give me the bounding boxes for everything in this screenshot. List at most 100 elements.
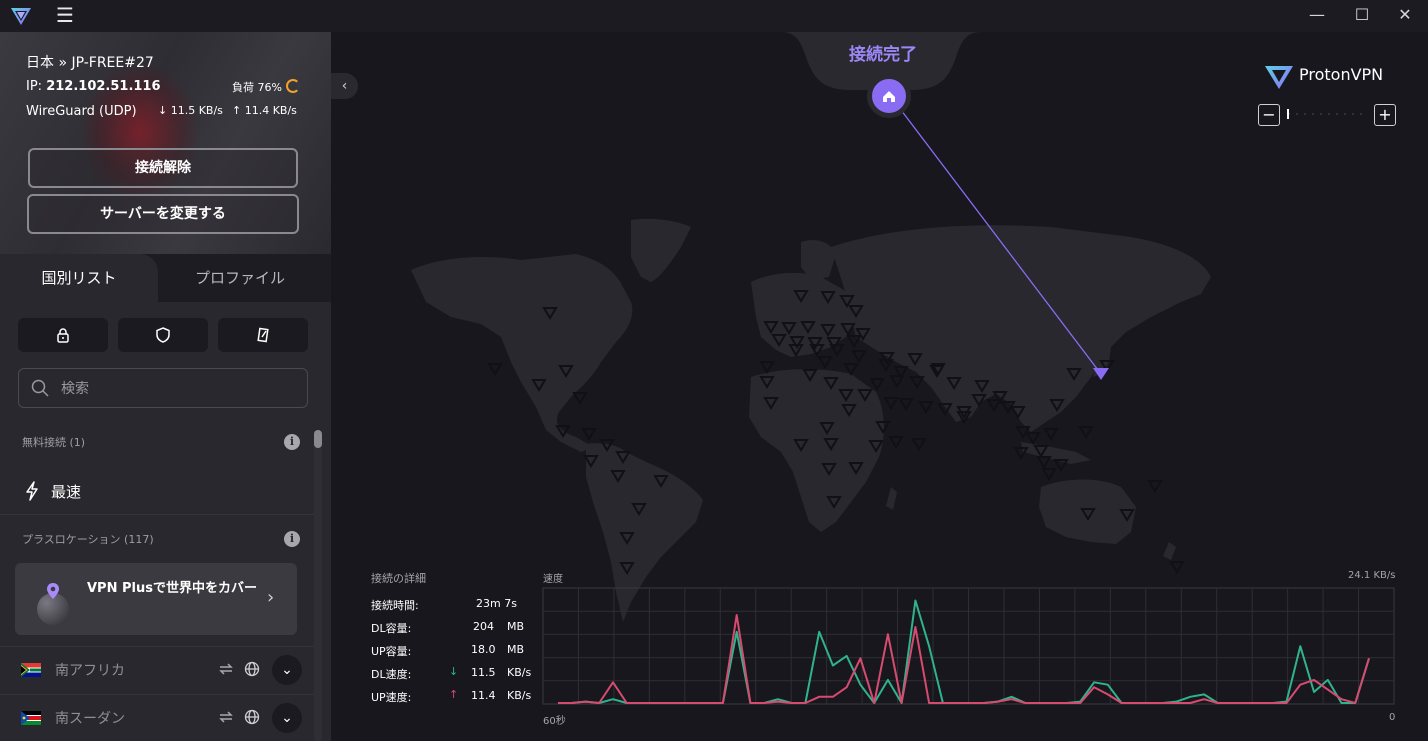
server-marker[interactable] — [1169, 561, 1185, 574]
plus-locations-heading: プラスロケーション (117) — [22, 533, 154, 546]
info-icon[interactable]: i — [284, 531, 300, 547]
p2p-arrows-icon — [219, 663, 233, 675]
download-series-line — [558, 599, 1370, 704]
server-marker[interactable] — [1025, 432, 1041, 445]
dl-volume-value: 204 — [473, 620, 494, 633]
connection-panel: 日本 » JP-FREE#27 IP: 212.102.51.116 負荷 76… — [0, 32, 331, 254]
info-icon[interactable]: i — [284, 434, 300, 450]
minimize-icon[interactable]: — — [1302, 3, 1332, 27]
globe-icon — [244, 661, 260, 677]
dl-volume-label: DL容量: — [371, 622, 412, 635]
upload-series-line — [558, 614, 1370, 704]
server-marker[interactable] — [846, 335, 862, 348]
chart-y-max-label: 24.1 KB/s — [1348, 570, 1396, 581]
server-marker[interactable] — [572, 392, 588, 405]
disconnect-button[interactable]: 接続解除 — [28, 148, 298, 188]
ul-speed-unit: KB/s — [507, 689, 532, 702]
dl-volume-unit: MB — [507, 620, 525, 633]
server-marker[interactable] — [829, 344, 845, 357]
change-server-button[interactable]: サーバーを変更する — [27, 194, 299, 234]
shield-icon — [156, 327, 170, 343]
chart-title: 速度 — [543, 574, 563, 585]
fastest-connect-row[interactable]: 最速 — [0, 470, 314, 515]
ul-volume-label: UP容量: — [371, 645, 412, 658]
dl-speed-value: 11.5 — [471, 666, 496, 679]
lightning-icon — [26, 481, 38, 501]
country-row[interactable]: 南スーダン ⌄ — [0, 694, 314, 741]
speed-chart — [542, 587, 1395, 705]
server-marker[interactable] — [1147, 480, 1163, 493]
ul-speed-label: UP速度: — [371, 691, 412, 704]
zoom-out-button[interactable]: − — [1258, 104, 1280, 126]
close-icon[interactable]: ✕ — [1390, 3, 1420, 27]
server-marker[interactable] — [581, 428, 597, 441]
search-input[interactable] — [59, 369, 303, 409]
tab-strip: 国別リスト プロファイル — [0, 254, 331, 302]
country-row[interactable]: 南アフリカ ⌄ — [0, 646, 314, 693]
chart-x-start-label: 60秒 — [543, 716, 566, 727]
maximize-icon[interactable]: ☐ — [1347, 3, 1377, 27]
zoom-slider[interactable] — [1286, 106, 1368, 122]
server-marker[interactable] — [909, 376, 925, 389]
sidebar: 日本 » JP-FREE#27 IP: 212.102.51.116 負荷 76… — [0, 32, 331, 741]
secure-core-filter-button[interactable] — [18, 318, 108, 352]
chevron-down-icon[interactable]: ⌄ — [272, 703, 302, 733]
protonvpn-brand-icon — [1265, 66, 1293, 89]
free-connections-heading: 無料接続 (1) — [22, 436, 86, 449]
server-marker[interactable] — [889, 375, 905, 388]
server-marker[interactable] — [1078, 426, 1094, 439]
netshield-filter-button[interactable] — [118, 318, 208, 352]
server-marker[interactable] — [869, 378, 885, 391]
hamburger-menu-icon[interactable]: ☰ — [56, 4, 78, 26]
chevron-down-icon[interactable]: ⌄ — [272, 655, 302, 685]
scrollbar-track[interactable] — [314, 430, 322, 741]
search-box — [18, 368, 308, 409]
server-load: 負荷 76% — [232, 81, 282, 94]
p2p-filter-button[interactable] — [218, 318, 308, 352]
p2p-icon — [257, 327, 269, 343]
title-bar: ☰ — ☐ ✕ — [0, 0, 1428, 32]
connection-status: 接続完了 — [849, 45, 917, 65]
server-marker[interactable] — [851, 350, 867, 363]
home-icon[interactable] — [867, 74, 911, 118]
server-marker[interactable] — [759, 361, 775, 374]
zoom-in-button[interactable]: + — [1374, 104, 1396, 126]
globe-icon — [244, 709, 260, 725]
scrollbar-thumb[interactable] — [314, 430, 322, 448]
server-marker[interactable] — [1043, 428, 1059, 441]
server-marker[interactable] — [487, 363, 503, 376]
server-marker[interactable] — [1013, 447, 1029, 460]
download-rate: ↓ 11.5 KB/s — [158, 104, 223, 117]
south-sudan-flag-icon — [21, 711, 41, 725]
server-marker[interactable] — [1036, 456, 1052, 469]
p2p-arrows-icon — [219, 711, 233, 723]
server-marker[interactable] — [883, 397, 899, 410]
country-name: 南スーダン — [55, 711, 125, 727]
server-marker[interactable] — [918, 401, 934, 414]
server-marker[interactable] — [1041, 468, 1057, 481]
ip-value: 212.102.51.116 — [46, 79, 161, 94]
server-marker[interactable] — [888, 436, 904, 449]
upgrade-promo-card[interactable]: VPN Plusで世界中をカバー › — [15, 563, 297, 635]
server-marker[interactable] — [898, 398, 914, 411]
server-marker[interactable] — [911, 438, 927, 451]
map-area[interactable]: ‹ 接続完了 ProtonVPN − + 接続の詳細 接続時間: 23m 7s … — [331, 32, 1428, 741]
ip-address: IP: 212.102.51.116 — [26, 79, 161, 94]
globe-pin-icon — [37, 583, 69, 625]
down-arrow-icon: ↓ — [449, 665, 459, 678]
server-marker[interactable] — [817, 356, 833, 369]
tab-countries[interactable]: 国別リスト — [0, 254, 158, 302]
chart-x-end-label: 0 — [1389, 712, 1396, 723]
south-africa-flag-icon — [21, 663, 41, 677]
protonvpn-logo-icon — [11, 8, 31, 25]
details-title: 接続の詳細 — [371, 572, 426, 585]
search-icon — [31, 379, 49, 397]
collapse-sidebar-icon[interactable]: ‹ — [331, 73, 358, 99]
server-marker[interactable] — [986, 399, 1002, 412]
ul-volume-value: 18.0 — [471, 643, 496, 656]
server-marker[interactable] — [843, 363, 859, 376]
lock-icon — [57, 328, 69, 343]
server-name: 日本 » JP-FREE#27 — [26, 55, 154, 71]
fastest-label: 最速 — [51, 483, 82, 501]
tab-profiles[interactable]: プロファイル — [170, 254, 310, 302]
